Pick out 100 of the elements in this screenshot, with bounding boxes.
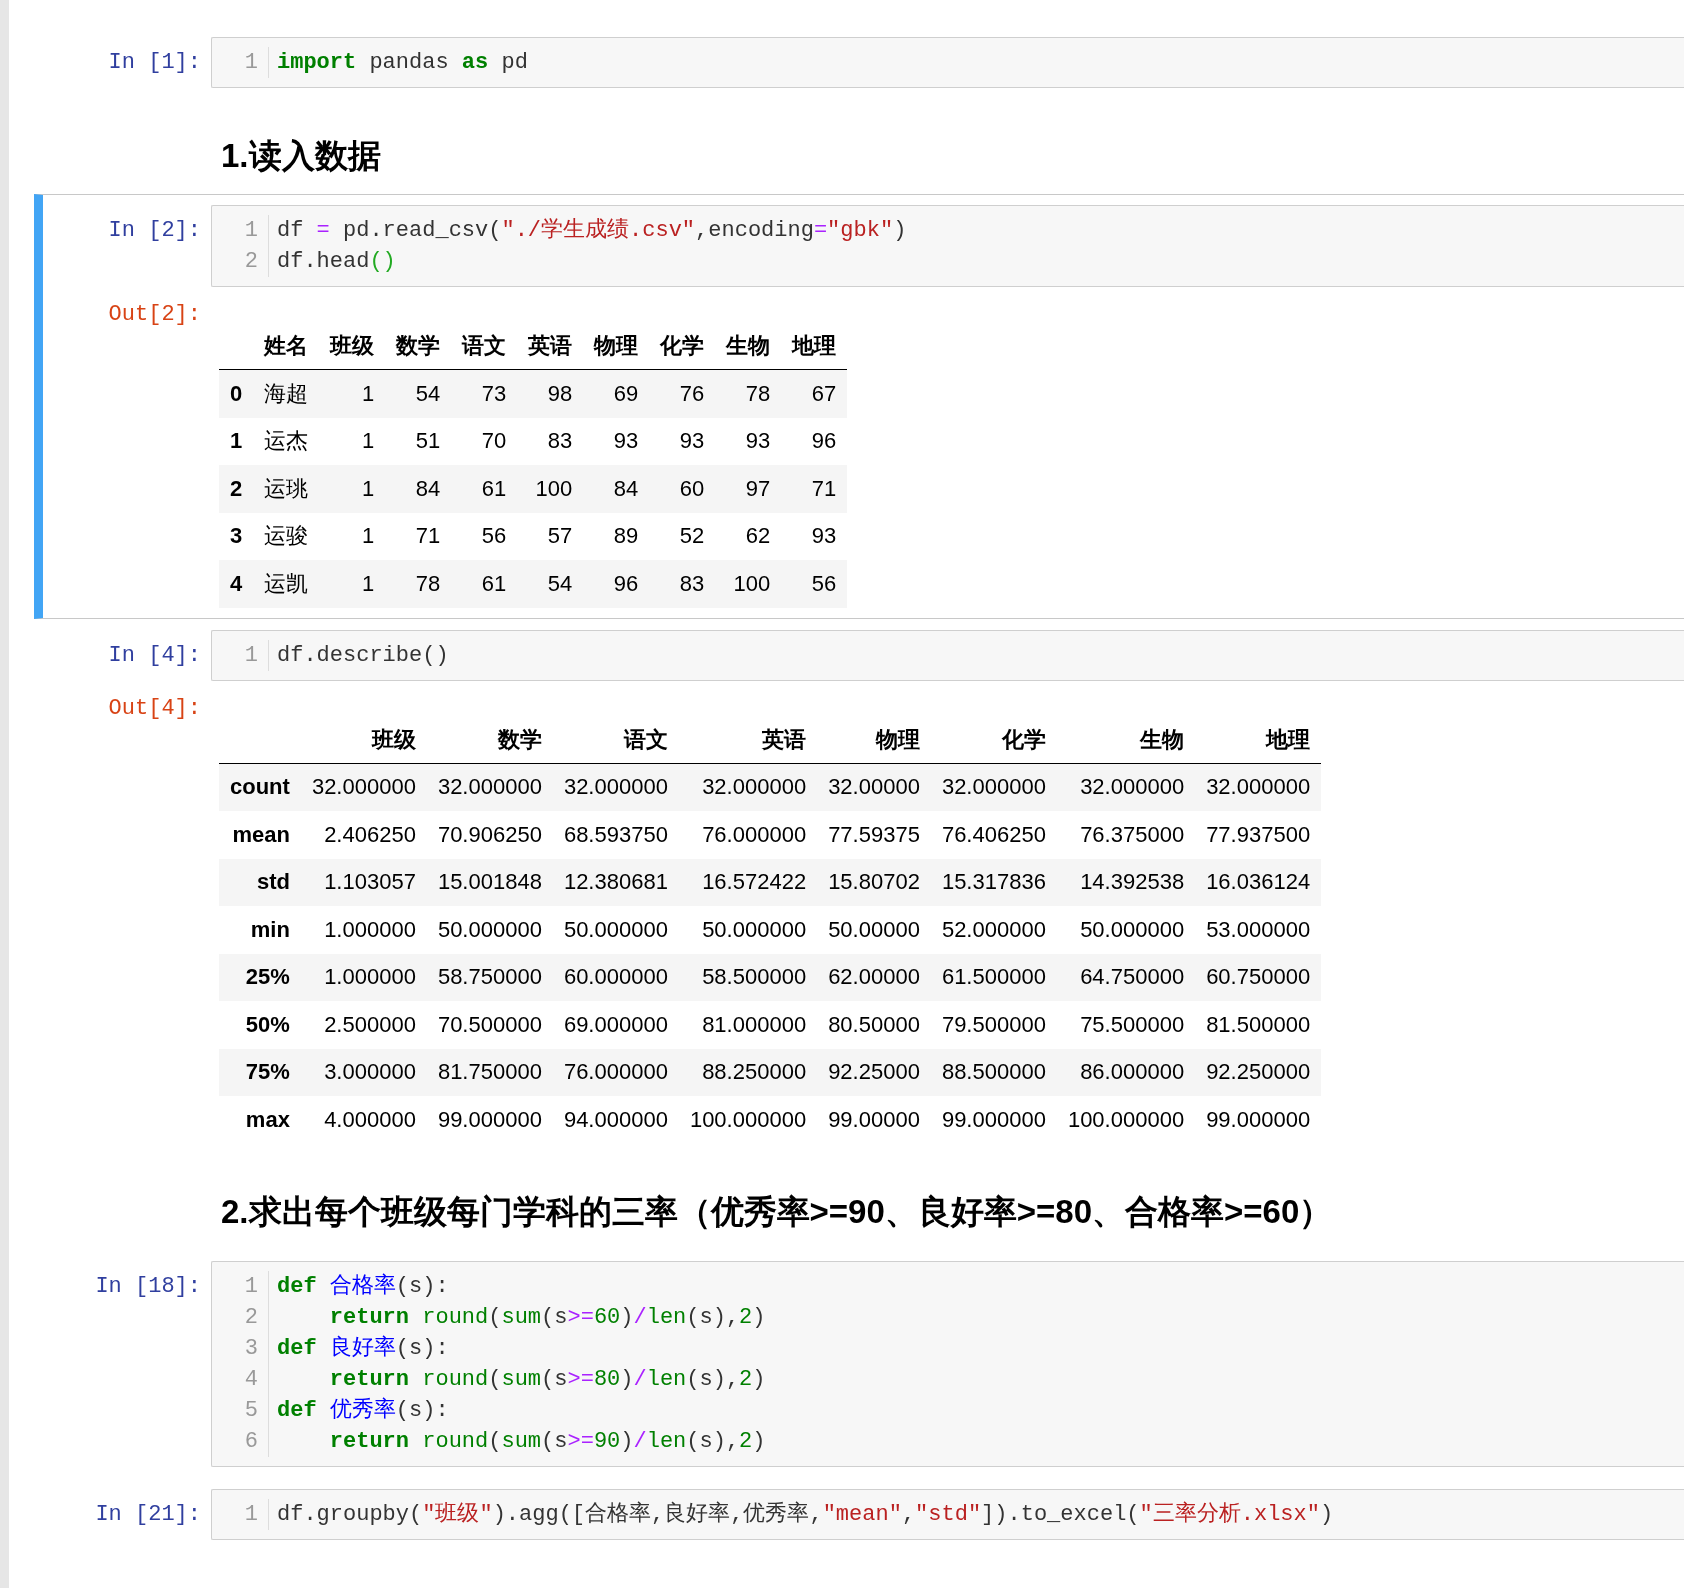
table-cell: 99.000000 <box>930 1096 1057 1144</box>
column-header: 英语 <box>678 716 818 763</box>
table-cell: 88.500000 <box>930 1048 1057 1096</box>
table-cell: 86.000000 <box>1056 1048 1196 1096</box>
table-cell: 12.380681 <box>552 858 679 906</box>
column-header: 班级 <box>300 716 427 763</box>
code-editor[interactable]: 1 import pandas as pd <box>211 37 1684 88</box>
notebook-cell[interactable]: In [21]: 1 df.groupby("班级").agg([合格率,良好率,优秀率,"mean","std"]).to_excel("三率分析.xlsx") <box>34 1477 1684 1551</box>
line-number: 1 <box>243 641 258 670</box>
table-cell: 67 <box>781 369 848 418</box>
table-cell: 96 <box>583 560 650 608</box>
table-cell: 97 <box>715 465 782 513</box>
table-cell: 98 <box>517 369 584 418</box>
table-cell: 92.250000 <box>1195 1048 1322 1096</box>
row-index: 2 <box>219 465 254 513</box>
row-index: 50% <box>219 1001 301 1049</box>
line-number: 4 <box>243 1365 258 1394</box>
input-prompt: In [2]: <box>107 217 202 245</box>
table-cell: 80.50000 <box>817 1001 931 1049</box>
table-cell: 1 <box>319 560 386 608</box>
input-prompt: In [1]: <box>107 49 202 77</box>
output-prompt: Out[2]: <box>107 301 202 329</box>
notebook-cell[interactable]: In [18]: 1 2 3 4 5 6 def 合格率(s): return round(sum(s>=60)/len(s),2) def 良好率(s): return round(sum(s>=80)/len(s),2) def 优秀率(s): return round(sum(s>=90)/len(s),2) <box>34 1249 1684 1478</box>
column-header: 化学 <box>930 716 1057 763</box>
table-cell: 1 <box>319 512 386 560</box>
table-cell: 50.000000 <box>426 906 553 954</box>
table-cell: 1 <box>319 417 386 465</box>
table-cell: 62 <box>715 512 782 560</box>
column-header: 生物 <box>715 323 782 370</box>
table-cell: 77.937500 <box>1195 811 1322 859</box>
section-heading: 2.求出每个班级每门学科的三率（优秀率>=90、良好率>=80、合格率>=60） <box>221 1191 1334 1232</box>
row-index: 0 <box>219 369 254 418</box>
table-cell: 96 <box>781 417 848 465</box>
table-cell: 2.500000 <box>300 1001 427 1049</box>
table-cell: 运骏 <box>253 512 320 560</box>
table-cell: 100.000000 <box>1056 1096 1196 1144</box>
table-cell: 运珧 <box>253 465 320 513</box>
table-cell: 50.000000 <box>1056 906 1196 954</box>
code-editor[interactable]: 1 2 3 4 5 6 def 合格率(s): return round(sum(s>=60)/len(s),2) def 良好率(s): return round(sum(s>=80)/len(s),2) def 优秀率(s): return round(sum(s>=90)/len(s),2) <box>211 1260 1684 1467</box>
table-cell: 2.406250 <box>300 811 427 859</box>
table-cell: 15.001848 <box>426 858 553 906</box>
table-cell: 76.000000 <box>552 1048 679 1096</box>
table-cell: 88.250000 <box>678 1048 818 1096</box>
table-cell: 78 <box>385 560 452 608</box>
table-cell: 54 <box>517 560 584 608</box>
row-index: max <box>219 1096 301 1144</box>
input-prompt: In [21]: <box>94 1500 202 1529</box>
row-index: 1 <box>219 417 254 465</box>
code-line: return round(sum(s>=90)/len(s),2) <box>328 1427 766 1456</box>
table-cell: 32.000000 <box>300 763 427 811</box>
table-cell: 69 <box>583 369 650 418</box>
markdown-cell[interactable]: 2.求出每个班级每门学科的三率（优秀率>=90、良好率>=80、合格率>=60） <box>34 1154 1684 1250</box>
table-cell: 16.572422 <box>678 858 818 906</box>
table-cell: 50.000000 <box>552 906 679 954</box>
table-cell: 100 <box>715 560 782 608</box>
line-number: 6 <box>243 1427 258 1456</box>
row-index: 3 <box>219 512 254 560</box>
column-header: 化学 <box>649 323 716 370</box>
table-cell: 71 <box>781 465 848 513</box>
table-cell: 70.906250 <box>426 811 553 859</box>
row-index: std <box>219 858 301 906</box>
input-prompt: In [18]: <box>94 1272 202 1301</box>
table-cell: 70 <box>451 417 518 465</box>
table-cell: 32.000000 <box>426 763 553 811</box>
markdown-cell[interactable]: 1.读入数据 <box>34 99 1684 194</box>
code-editor[interactable]: 1 df.groupby("班级").agg([合格率,良好率,优秀率,"mean","std"]).to_excel("三率分析.xlsx") <box>211 1488 1684 1540</box>
table-cell: 81.500000 <box>1195 1001 1322 1049</box>
section-heading: 1.读入数据 <box>221 136 382 176</box>
table-cell: 3.000000 <box>300 1048 427 1096</box>
table-cell: 56 <box>781 560 848 608</box>
table-cell: 81.750000 <box>426 1048 553 1096</box>
table-cell: 64.750000 <box>1056 953 1196 1001</box>
table-cell: 1.000000 <box>300 906 427 954</box>
code-editor[interactable]: 1 df.describe() <box>211 629 1684 681</box>
table-cell: 1.000000 <box>300 953 427 1001</box>
table-cell: 100.000000 <box>678 1096 818 1144</box>
table-cell: 94.000000 <box>552 1096 679 1144</box>
row-index: 25% <box>219 953 301 1001</box>
table-cell: 93 <box>715 417 782 465</box>
notebook-cell[interactable]: In [1]: 1 import pandas as pd <box>34 26 1684 99</box>
output-prompt: Out[4]: <box>107 694 202 723</box>
table-cell: 73 <box>451 369 518 418</box>
table-cell: 60.750000 <box>1195 953 1322 1001</box>
table-cell: 61 <box>451 465 518 513</box>
code-editor[interactable]: 1 2 df = pd.read_csv("./学生成绩.csv",encoding="gbk") df.head() <box>211 205 1684 287</box>
table-cell: 15.80702 <box>817 858 931 906</box>
notebook-cell[interactable] <box>34 194 1684 619</box>
table-cell: 68.593750 <box>552 811 679 859</box>
code-line: df = pd.read_csv("./学生成绩.csv",encoding="gbk") <box>277 217 907 245</box>
table-cell: 62.00000 <box>817 953 931 1001</box>
code-line: df.head() <box>277 248 397 276</box>
table-cell: 58.750000 <box>426 953 553 1001</box>
table-cell: 76 <box>649 369 716 418</box>
table-cell: 93 <box>781 512 848 560</box>
table-cell: 32.000000 <box>552 763 679 811</box>
table-cell: 92.25000 <box>817 1048 931 1096</box>
row-index: 75% <box>219 1048 301 1096</box>
table-cell: 69.000000 <box>552 1001 679 1049</box>
code-line: import pandas as pd <box>277 49 528 77</box>
table-cell: 运杰 <box>253 417 320 465</box>
